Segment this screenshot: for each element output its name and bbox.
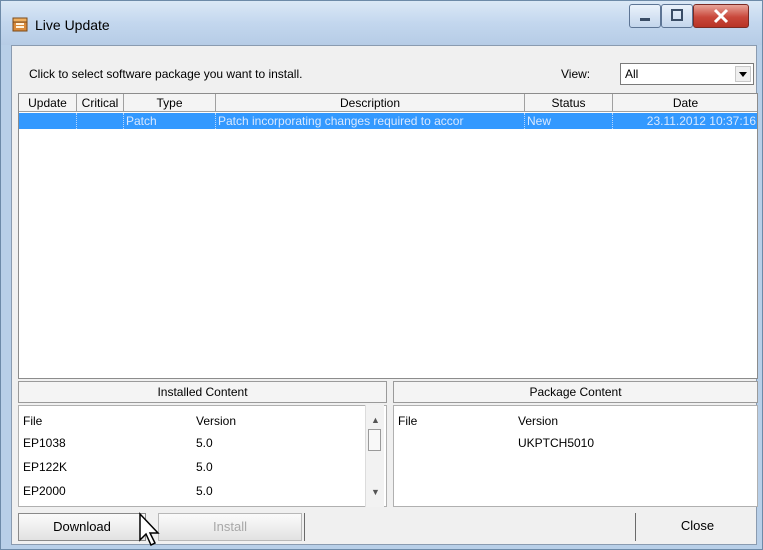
scroll-up-icon[interactable]: ▲ (371, 415, 380, 425)
minimize-button[interactable] (629, 4, 661, 28)
installed-file: EP1038 (23, 436, 66, 450)
column-date[interactable]: Date (613, 94, 757, 112)
minimize-icon (640, 18, 650, 21)
instruction-text: Click to select software package you wan… (29, 67, 303, 81)
chevron-down-icon (739, 72, 747, 77)
installed-version: 5.0 (196, 484, 213, 498)
download-button[interactable]: Download (18, 513, 146, 541)
mouse-pointer-icon (139, 512, 160, 547)
column-status[interactable]: Status (525, 94, 613, 112)
installed-version: 5.0 (196, 436, 213, 450)
view-dropdown[interactable]: All (620, 63, 754, 85)
list-header: Update Critical Type Description Status … (19, 94, 757, 112)
live-update-window: Live Update Click to select software pac… (0, 0, 763, 550)
package-file-header: File (398, 414, 418, 428)
view-dropdown-value: All (625, 67, 639, 81)
scroll-down-icon[interactable]: ▼ (371, 487, 380, 497)
package-version-header: Version (518, 414, 559, 428)
installed-file-header: File (23, 414, 43, 428)
dropdown-button[interactable] (735, 66, 751, 82)
installed-version: 5.0 (196, 460, 213, 474)
package-content-header: Package Content (393, 381, 758, 403)
installed-file: EP122K (23, 460, 68, 474)
close-button[interactable]: Close (640, 513, 755, 541)
scroll-thumb[interactable] (368, 429, 381, 451)
cell-type: Patch (124, 113, 216, 129)
title-bar[interactable]: Live Update (1, 1, 762, 45)
installed-content-header: Installed Content (18, 381, 387, 403)
status-area (304, 513, 633, 541)
maximize-button[interactable] (661, 4, 693, 28)
box-package-icon (12, 17, 28, 32)
installed-file: EP2000 (23, 484, 66, 498)
window-title: Live Update (35, 17, 110, 33)
maximize-icon (671, 9, 683, 21)
cell-critical (77, 113, 124, 129)
installed-scrollbar[interactable]: ▲ ▼ (365, 405, 384, 507)
view-label: View: (561, 67, 591, 81)
package-content-panel[interactable] (393, 405, 758, 507)
cell-date: 23.11.2012 10:37:16 (613, 113, 757, 129)
close-icon (713, 8, 729, 24)
package-list[interactable]: Update Critical Type Description Status … (18, 93, 758, 379)
status-divider (635, 513, 636, 541)
close-window-button[interactable] (693, 4, 749, 28)
package-row[interactable]: Patch Patch incorporating changes requir… (19, 113, 757, 129)
column-update[interactable]: Update (19, 94, 77, 112)
column-critical[interactable]: Critical (77, 94, 124, 112)
column-type[interactable]: Type (124, 94, 216, 112)
install-button[interactable]: Install (158, 513, 302, 541)
cell-description: Patch incorporating changes required to … (216, 113, 525, 129)
installed-version-header: Version (196, 414, 237, 428)
bottom-toolbar: Download Install Close (18, 509, 758, 545)
column-description[interactable]: Description (216, 94, 525, 112)
package-version: UKPTCH5010 (518, 436, 595, 450)
cell-status: New (525, 113, 613, 129)
cell-update (19, 113, 77, 129)
